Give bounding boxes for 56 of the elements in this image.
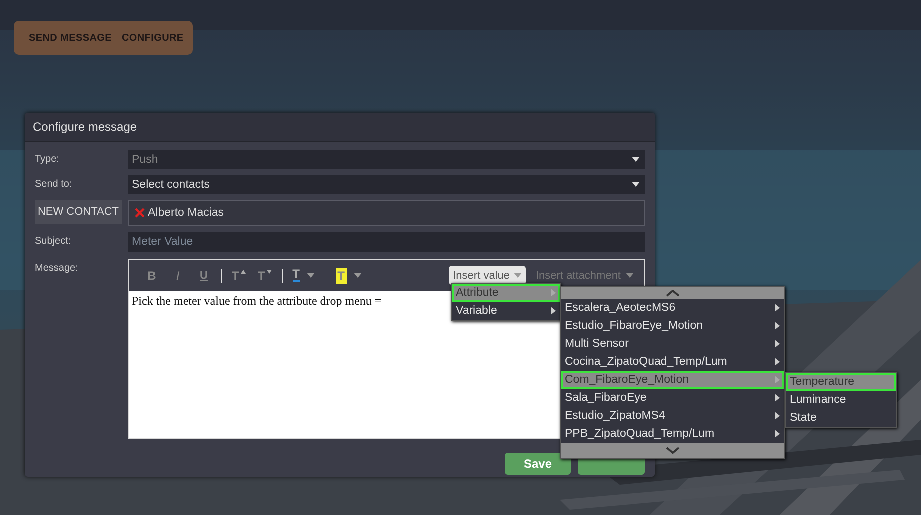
submenu-arrow-icon [551,289,556,297]
submenu-arrow-icon [775,412,780,420]
menu-item[interactable]: Temperature [786,373,896,391]
submenu-arrow-icon [775,394,780,402]
menu-item[interactable]: Com_FibaroEye_Motion [561,371,784,389]
scroll-down-icon[interactable] [666,447,680,454]
scroll-up-icon[interactable] [666,290,680,296]
block-text: CONFIGURE [122,32,184,44]
menu-item[interactable]: Multi Sensor [561,335,784,353]
caret-icon [632,157,640,162]
triangle-down-icon [267,270,272,274]
new-contact-button[interactable]: NEW CONTACT [35,200,122,224]
block-text: SEND MESSAGE [29,32,112,44]
menu-item[interactable]: Sala_FibaroEye [561,389,784,407]
subject-field[interactable]: Meter Value [128,232,645,252]
menu-item[interactable]: Estudio_ZipatoMS4 [561,407,784,425]
submenu-arrow-icon [775,304,780,312]
caret-icon [354,273,362,278]
caret-icon [626,273,634,278]
italic-button[interactable]: I [165,266,191,286]
shrink-button[interactable]: T [252,266,278,286]
menu-item[interactable]: Attribute [452,284,560,302]
submenu-arrow-icon [775,376,780,384]
field-label: Type: [35,153,60,165]
menu-item[interactable]: Cocina_ZipatoQuad_Temp/Lum [561,353,784,371]
menu-item[interactable]: Estudio_FibaroEye_Motion [561,317,784,335]
grow-button[interactable]: T [226,266,252,286]
remove-icon[interactable] [135,208,145,218]
menu-item[interactable]: Escalera_AeotecMS6 [561,299,784,317]
submenu-arrow-icon [551,307,556,315]
menu-item[interactable]: PPB_ZipatoQuad_Temp/Lum [561,425,784,443]
field-label: Send to: [35,178,74,190]
submenu-arrow-icon [775,340,780,348]
select-field[interactable]: Select contacts [128,175,645,194]
contacts-field[interactable]: Alberto Macias [128,200,645,226]
triangle-up-icon [241,270,246,274]
insert-value-button[interactable]: Insert value [449,266,526,285]
message-text: Pick the meter value from the attribute drop menu = [132,294,382,308]
field-label: Message: [35,262,80,274]
menu-item[interactable]: Luminance [786,391,896,409]
submenu-arrow-icon [775,430,780,438]
caret-icon [632,182,640,187]
color-button[interactable]: T [287,266,321,286]
menu-item[interactable]: Variable [452,302,560,320]
caret-icon [307,273,316,278]
select-field[interactable]: Push [128,150,645,169]
field-label: Subject: [35,235,72,247]
submenu-arrow-icon [775,322,780,330]
underline-button[interactable]: U [191,266,217,286]
contact-name: Alberto Macias [148,207,224,219]
bold-button[interactable]: B [139,266,165,286]
menu-item[interactable]: State [786,409,896,427]
save-button[interactable]: Save [505,453,571,475]
caret-icon [514,273,522,278]
dialog-title: Configure message [33,120,138,134]
submenu-arrow-icon [775,358,780,366]
